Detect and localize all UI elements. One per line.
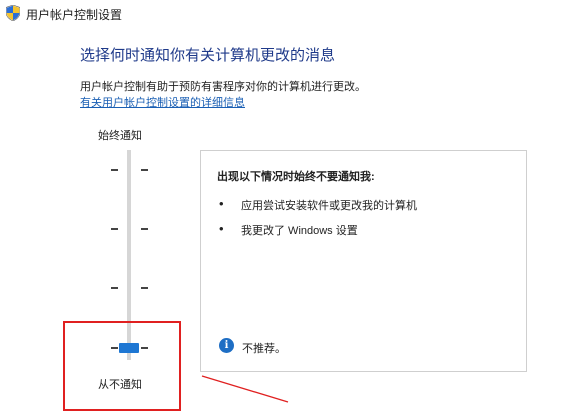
bullet-dot: •: [219, 221, 224, 236]
info-bullet: 应用尝试安装软件或更改我的计算机: [241, 200, 417, 212]
page-description: 用户帐户控制有助于预防有害程序对你的计算机进行更改。: [80, 81, 366, 93]
slider-tick: [111, 169, 118, 171]
info-heading: 出现以下情况时始终不要通知我:: [217, 171, 375, 183]
title-bar: 用户帐户控制设置: [0, 0, 565, 26]
shield-icon: [6, 5, 20, 21]
slider-top-label: 始终通知: [98, 130, 142, 142]
info-icon: i: [219, 338, 234, 353]
slider-tick: [141, 287, 148, 289]
window-title: 用户帐户控制设置: [26, 8, 123, 22]
info-note: 不推荐。: [242, 343, 286, 355]
page-heading: 选择何时通知你有关计算机更改的消息: [80, 47, 336, 64]
slider-tick: [141, 169, 148, 171]
info-panel: 出现以下情况时始终不要通知我: • 应用尝试安装软件或更改我的计算机 • 我更改…: [200, 150, 527, 372]
slider-tick: [111, 287, 118, 289]
learn-more-link[interactable]: 有关用户帐户控制设置的详细信息: [80, 94, 245, 110]
info-bullet: 我更改了 Windows 设置: [241, 225, 358, 237]
slider-tick: [141, 228, 148, 230]
slider-tick: [111, 228, 118, 230]
highlight-box: [63, 321, 181, 411]
bullet-dot: •: [219, 196, 224, 211]
